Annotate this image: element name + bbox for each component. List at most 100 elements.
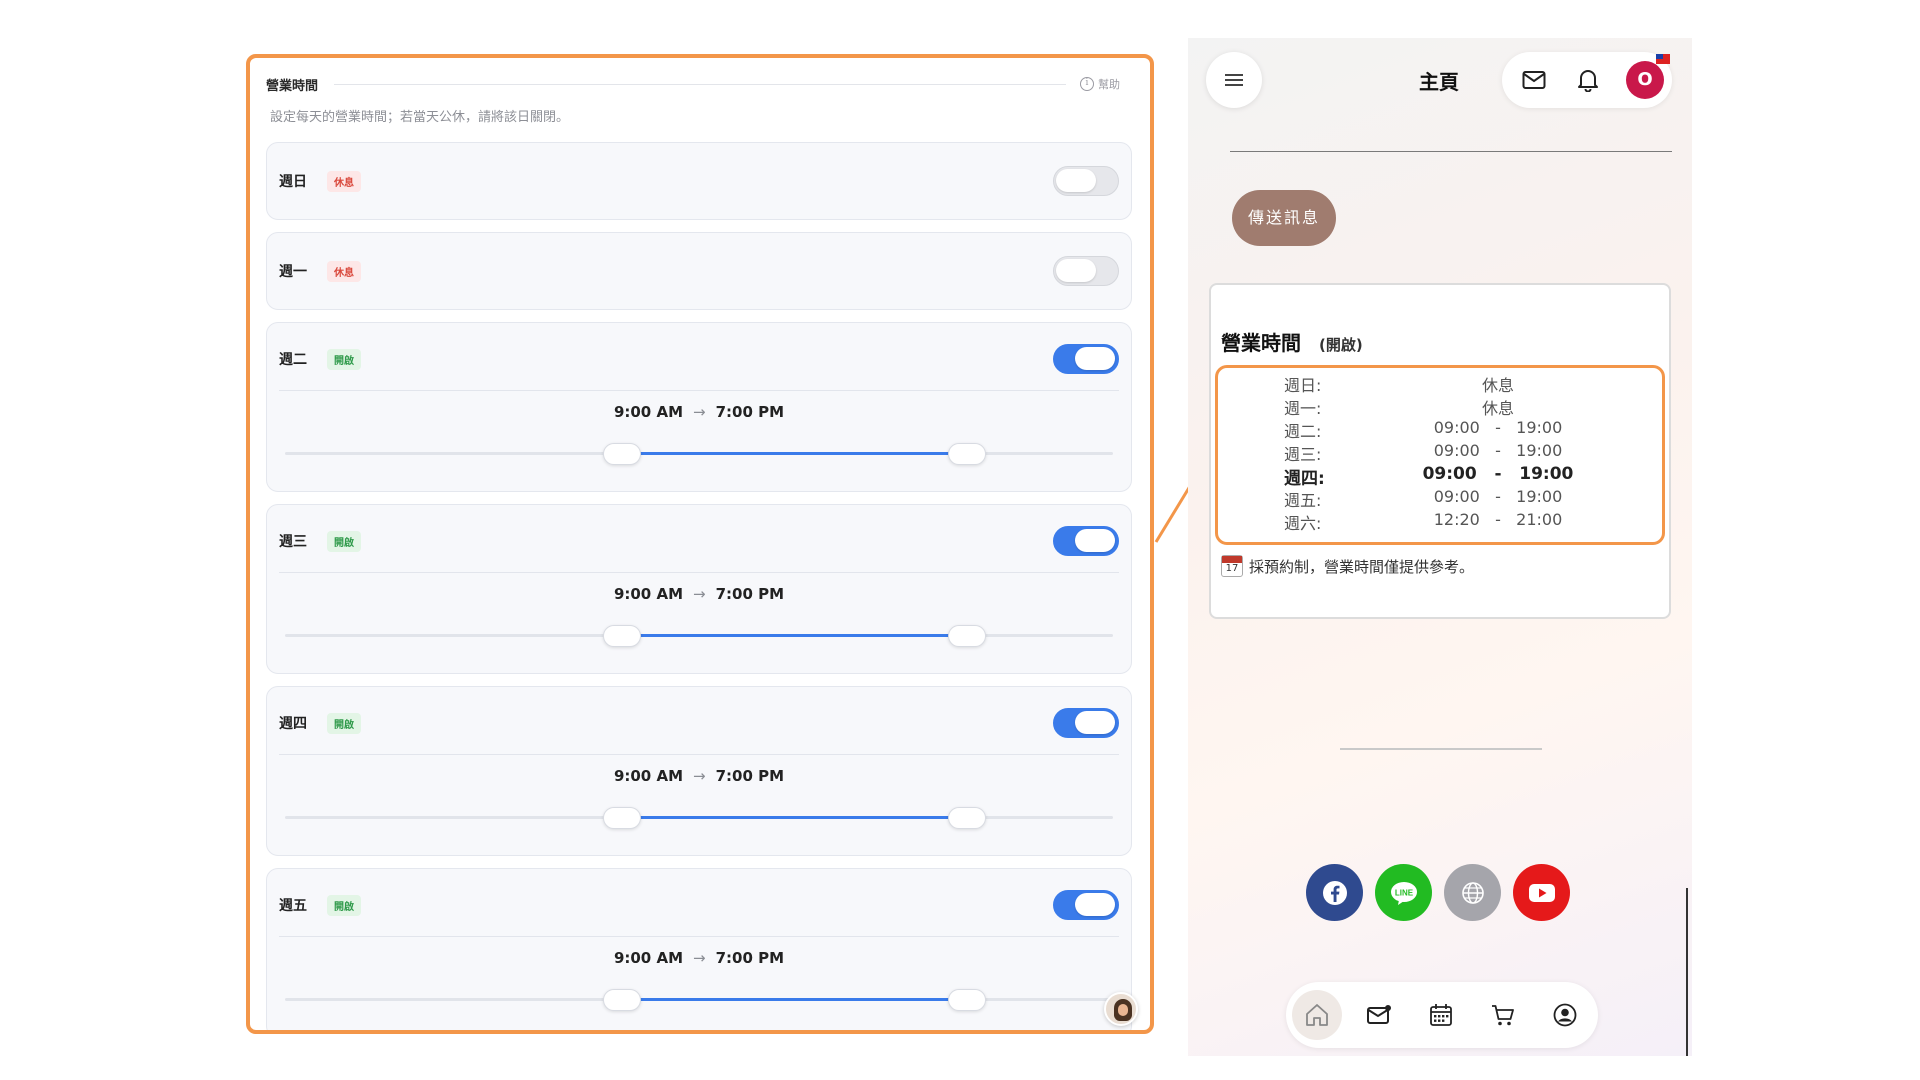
day-name: 週五	[279, 898, 307, 914]
day-name: 週四	[279, 716, 307, 732]
calendar-icon	[1430, 1004, 1452, 1026]
day-toggle[interactable]	[1053, 890, 1119, 920]
send-message-button[interactable]: 傳送訊息	[1232, 190, 1336, 246]
time-range-slider[interactable]	[285, 989, 1113, 1011]
hours-heading: 營業時間 (開啟)	[1221, 327, 1363, 356]
editor-title: 營業時間	[266, 78, 319, 94]
day-card-friday: 週五 開啟 9:00 AM → 7:00 PM	[266, 868, 1132, 1030]
status-badge: 開啟	[327, 894, 361, 916]
editor-header: 營業時間 i 幫助	[266, 72, 1120, 96]
time-range: 9:00 AM → 7:00 PM	[267, 403, 1131, 421]
schedule-row: 週六: 12:20 - 21:00	[1218, 510, 1668, 533]
schedule-row: 週二: 09:00 - 19:00	[1218, 418, 1668, 441]
slider-fill	[622, 452, 967, 455]
time-range: 9:00 AM → 7:00 PM	[267, 767, 1131, 785]
youtube-icon[interactable]	[1513, 864, 1570, 921]
arrow-right-icon: →	[693, 403, 706, 421]
slider-end-handle[interactable]	[948, 625, 986, 647]
schedule-row: 週五: 09:00 - 19:00	[1218, 487, 1668, 510]
day-card-tuesday: 週二 開啟 9:00 AM → 7:00 PM	[266, 322, 1132, 492]
slider-end-handle[interactable]	[948, 807, 986, 829]
slider-fill	[622, 816, 967, 819]
scrollbar[interactable]	[1686, 888, 1688, 1056]
nav-cart[interactable]	[1478, 990, 1528, 1040]
nav-calendar[interactable]	[1416, 990, 1466, 1040]
day-toggle[interactable]	[1053, 708, 1119, 738]
day-name: 週三	[279, 534, 307, 550]
mail-icon	[1367, 1005, 1391, 1024]
slider-start-handle[interactable]	[603, 807, 641, 829]
help-button[interactable]: i 幫助	[1080, 76, 1120, 92]
status-badge: 開啟	[327, 348, 361, 370]
assistant-avatar[interactable]	[1104, 992, 1138, 1026]
start-time: 9:00 AM	[613, 403, 684, 421]
user-avatar[interactable]: O	[1626, 61, 1664, 99]
nav-account[interactable]	[1540, 990, 1590, 1040]
time-range-slider[interactable]	[285, 625, 1113, 647]
day-name: 週一	[279, 264, 307, 280]
cart-icon	[1492, 1005, 1514, 1026]
note-text: 採預約制，營業時間僅提供參考。	[1249, 557, 1475, 576]
account-icon	[1553, 1003, 1577, 1027]
status-badge: 休息	[327, 260, 361, 282]
schedule-day: 週一:	[1284, 399, 1322, 418]
time-range-slider[interactable]	[285, 443, 1113, 465]
time-range-slider[interactable]	[285, 807, 1113, 829]
day-toggle[interactable]	[1053, 166, 1119, 196]
social-links: LINE	[1306, 864, 1576, 922]
slider-start-handle[interactable]	[603, 443, 641, 465]
card-divider	[279, 754, 1119, 755]
schedule-row: 週三: 09:00 - 19:00	[1218, 441, 1668, 464]
end-time: 7:00 PM	[715, 767, 785, 785]
time-range: 9:00 AM → 7:00 PM	[267, 949, 1131, 967]
day-name: 週日	[279, 174, 307, 190]
schedule-day: 週五:	[1284, 491, 1322, 510]
day-toggle[interactable]	[1053, 344, 1119, 374]
schedule-day: 週日:	[1284, 376, 1322, 395]
top-bar: 主頁 O	[1206, 52, 1672, 108]
card-divider	[279, 390, 1119, 391]
help-label: 幫助	[1098, 78, 1120, 91]
calendar-icon: 17	[1221, 555, 1243, 577]
slider-start-handle[interactable]	[603, 989, 641, 1011]
schedule-value: 09:00 - 19:00	[1433, 487, 1563, 506]
facebook-icon[interactable]	[1306, 864, 1363, 921]
day-card-monday: 週一 休息	[266, 232, 1132, 310]
bottom-navigation	[1286, 982, 1598, 1048]
line-icon[interactable]: LINE	[1375, 864, 1432, 921]
nav-mail[interactable]	[1354, 990, 1404, 1040]
time-range: 9:00 AM → 7:00 PM	[267, 585, 1131, 603]
day-toggle[interactable]	[1053, 256, 1119, 286]
end-time: 7:00 PM	[715, 949, 785, 967]
slider-end-handle[interactable]	[948, 443, 986, 465]
schedule-day: 週二:	[1284, 422, 1322, 441]
schedule-day: 週三:	[1284, 445, 1322, 464]
slider-start-handle[interactable]	[603, 625, 641, 647]
day-toggle[interactable]	[1053, 526, 1119, 556]
slider-fill	[622, 998, 967, 1001]
bell-icon[interactable]	[1574, 66, 1602, 94]
status-badge: 休息	[327, 170, 361, 192]
schedule-row: 週一: 休息	[1218, 395, 1668, 418]
end-time: 7:00 PM	[715, 585, 785, 603]
globe-icon[interactable]	[1444, 864, 1501, 921]
hours-title: 營業時間	[1221, 331, 1301, 355]
arrow-right-icon: →	[693, 585, 706, 603]
schedule-value: 09:00 - 19:00	[1422, 464, 1574, 484]
schedule-day: 週四:	[1284, 469, 1325, 489]
schedule-row-today: 週四: 09:00 - 19:00	[1218, 464, 1668, 489]
mail-icon[interactable]	[1520, 66, 1548, 94]
slider-end-handle[interactable]	[948, 989, 986, 1011]
schedule-highlight: 週日: 休息 週一: 休息 週二: 09:00 - 19:00 週三: 09:00 - …	[1215, 365, 1665, 545]
schedule-row: 週日: 休息	[1218, 372, 1668, 395]
flag-icon	[1656, 54, 1670, 64]
info-icon: i	[1080, 77, 1094, 91]
arrow-right-icon: →	[693, 949, 706, 967]
arrow-right-icon: →	[693, 767, 706, 785]
schedule-value: 12:20 - 21:00	[1433, 510, 1563, 529]
nav-home[interactable]	[1292, 990, 1342, 1040]
home-icon	[1306, 1004, 1328, 1026]
status-badge: 開啟	[327, 530, 361, 552]
schedule-value: 休息	[1481, 399, 1514, 418]
schedule-day: 週六:	[1284, 514, 1322, 533]
